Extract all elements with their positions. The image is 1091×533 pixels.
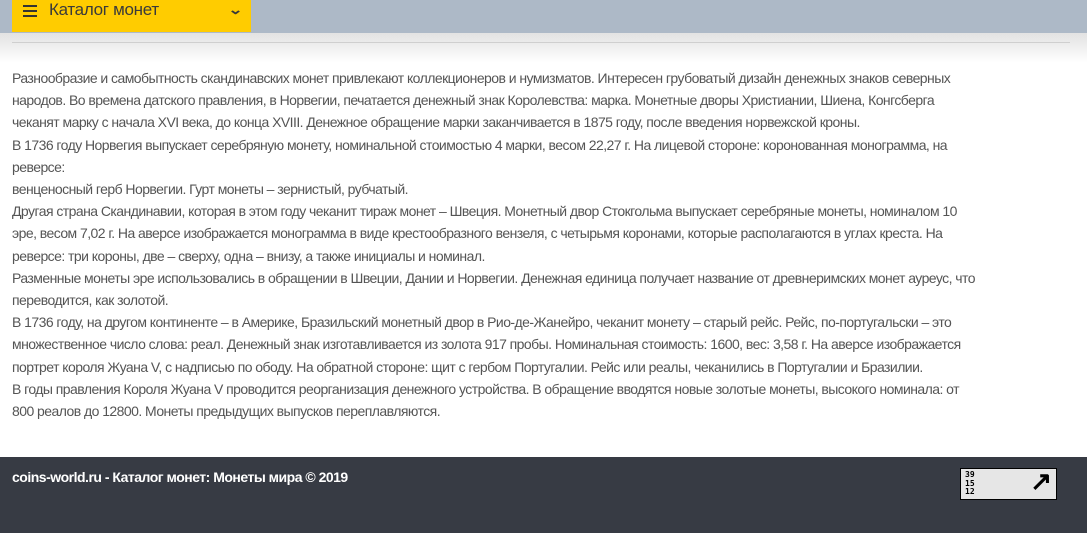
arrow-up-right-icon: ↗ [1030, 466, 1052, 496]
article-line: В годы правления Короля Жуана V проводит… [12, 380, 960, 397]
article-line: В 1736 году, на другом континенте – в Ам… [12, 314, 952, 331]
article-line: множественное число слова: реал. Денежны… [12, 336, 961, 353]
catalog-menu-label: Каталог монет [49, 0, 159, 19]
article-text: Разнообразие и самобытность скандинавски… [12, 67, 976, 422]
counter-values: 39 15 12 [965, 470, 975, 497]
divider [12, 42, 1070, 43]
article-line: реверсе: три короны, две – сверху, одна … [12, 247, 485, 264]
chevron-down-icon: ⌄ [227, 2, 244, 17]
footer-copyright: coins-world.ru - Каталог монет: Монеты м… [12, 469, 348, 485]
article-line: народов. Во времена датского правления, … [12, 92, 935, 109]
top-bar: Каталог монет ⌄ [0, 0, 1087, 33]
catalog-menu-button[interactable]: Каталог монет ⌄ [12, 0, 251, 32]
article-line: реверсе: [12, 158, 65, 175]
visit-counter-badge[interactable]: 39 15 12 ↗ [960, 466, 1057, 500]
footer: coins-world.ru - Каталог монет: Монеты м… [0, 457, 1087, 533]
scrollbar[interactable] [1087, 0, 1091, 533]
article-line: венценосный герб Норвегии. Гурт монеты –… [12, 181, 409, 198]
article-line: эре, весом 7,02 г. На аверсе изображаетс… [12, 225, 943, 242]
article-line: 800 реалов до 12800. Монеты предыдущих в… [12, 403, 441, 420]
article-line: Разменные монеты эре использовались в об… [12, 269, 976, 286]
article-line: В 1736 году Норвегия выпускает серебряну… [12, 136, 948, 153]
article-line: Разнообразие и самобытность скандинавски… [12, 70, 951, 86]
article-line: чеканят марку с начала XVI века, до конц… [12, 114, 860, 131]
article-line: портрет короля Жуана V, с надписью по об… [12, 358, 923, 375]
hamburger-icon [23, 5, 37, 17]
header-shadow [0, 33, 1087, 63]
counter-value: 12 [965, 487, 975, 496]
article-line: переводится, как золотой. [12, 292, 169, 309]
article-line: Другая страна Скандинавии, которая в это… [12, 203, 957, 220]
